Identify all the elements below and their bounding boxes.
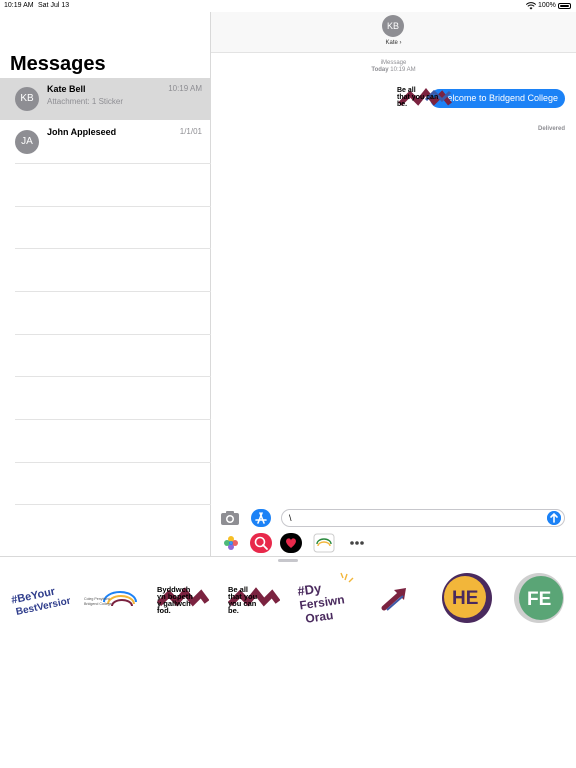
page-title: Messages: [10, 53, 106, 75]
message-timestamp: Today 10:19 AM: [211, 67, 576, 73]
more-apps-icon[interactable]: [346, 533, 368, 553]
drawer-handle[interactable]: [278, 559, 298, 562]
svg-text:be.: be.: [228, 606, 239, 615]
wifi-icon: [526, 2, 536, 10]
svg-text:Be all: Be all: [397, 87, 416, 94]
svg-text:fod.: fod.: [157, 606, 171, 615]
delivery-status: Delivered: [537, 126, 565, 132]
list-divider: [15, 206, 211, 207]
sent-sticker[interactable]: Be all that you can be.: [396, 84, 454, 114]
svg-text:that you can: that you can: [397, 94, 438, 101]
avatar: KB: [15, 87, 39, 111]
conversation-kate-bell[interactable]: KB Kate Bell Attachment: 1 Sticker 10:19…: [0, 78, 211, 120]
battery-percent: 100%: [538, 2, 556, 9]
sticker-fe[interactable]: FE: [512, 571, 566, 625]
conversation-time: 1/1/01: [179, 127, 202, 136]
avatar: JA: [15, 130, 39, 154]
sticker-be-your-best-version[interactable]: #BeYour BestVersion: [8, 570, 70, 630]
timestamp-time: 10:19 AM: [390, 67, 416, 73]
camera-icon[interactable]: [220, 510, 240, 526]
sticker-he[interactable]: HE: [440, 571, 494, 625]
conversation-time: 10:19 AM: [168, 84, 202, 93]
list-divider: [15, 334, 211, 335]
list-divider: [15, 504, 211, 505]
sticker-arrow[interactable]: [378, 570, 412, 630]
svg-text:Bridgend College: Bridgend College: [84, 602, 112, 606]
list-divider: [15, 248, 211, 249]
conversation-name: Kate Bell: [47, 84, 86, 94]
svg-text:be.: be.: [397, 101, 407, 108]
status-time: 10:19 AM: [4, 2, 34, 9]
svg-text:HE: HE: [452, 588, 478, 609]
message-input[interactable]: \: [281, 509, 565, 527]
timestamp-day: Today: [371, 67, 389, 73]
list-divider: [15, 291, 211, 292]
battery-icon: [558, 3, 571, 9]
conversation-preview: Attachment: 1 Sticker: [47, 97, 124, 106]
list-divider: [15, 163, 211, 164]
send-button[interactable]: [547, 511, 561, 525]
status-date: Sat Jul 13: [38, 2, 70, 9]
conversation-john-appleseed[interactable]: JA John Appleseed 1/1/01: [0, 121, 211, 163]
photos-app-icon[interactable]: [220, 533, 242, 553]
app-store-icon[interactable]: [251, 509, 271, 527]
list-divider: [15, 376, 211, 377]
conversation-name: John Appleseed: [47, 127, 117, 137]
list-divider: [15, 419, 211, 420]
college-sticker-app-icon[interactable]: [313, 533, 335, 553]
svg-text:Coleg Penybont: Coleg Penybont: [84, 597, 110, 601]
service-label: iMessage: [380, 60, 407, 66]
chat-header[interactable]: KB Kate ›: [211, 12, 576, 53]
contact-avatar[interactable]: KB: [382, 15, 404, 37]
search-images-icon[interactable]: [250, 533, 272, 553]
list-divider: [15, 462, 211, 463]
keyboard-divider: [0, 556, 576, 557]
sticker-dy-fersiwn-orau[interactable]: #Dy Fersiwn Orau: [295, 570, 355, 630]
digital-touch-icon[interactable]: [280, 533, 302, 553]
contact-name[interactable]: Kate ›: [211, 40, 576, 46]
svg-text:FE: FE: [527, 589, 551, 610]
sticker-coleg-logo[interactable]: Coleg Penybont Bridgend College: [82, 570, 140, 630]
sticker-byddwch[interactable]: Byddwch yn bopeth y gallwch fod.: [155, 570, 209, 630]
svg-text:Orau: Orau: [304, 608, 334, 626]
status-bar: 10:19 AM Sat Jul 13 100%: [0, 0, 576, 12]
sticker-be-all[interactable]: Be all that you you can be.: [226, 570, 280, 630]
